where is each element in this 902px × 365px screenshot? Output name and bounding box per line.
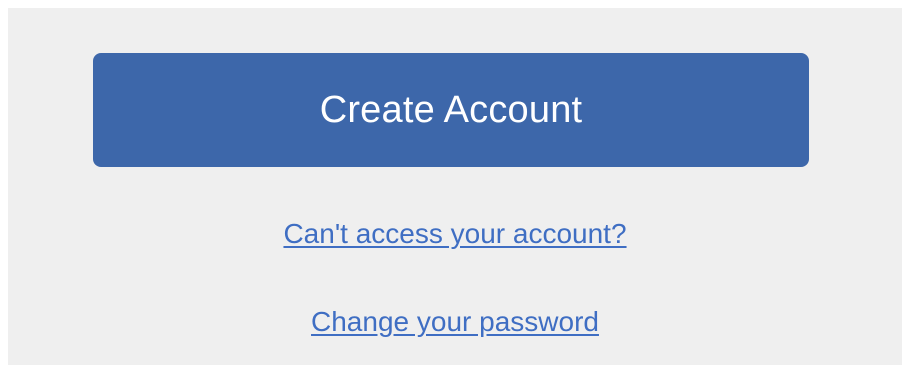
account-options-panel: Create Account Can't access your account… [8,8,902,365]
cant-access-account-link[interactable]: Can't access your account? [8,216,902,252]
account-actions: Create Account Can't access your account… [8,8,902,365]
change-password-link[interactable]: Change your password [8,304,902,340]
create-account-button[interactable]: Create Account [93,53,809,167]
